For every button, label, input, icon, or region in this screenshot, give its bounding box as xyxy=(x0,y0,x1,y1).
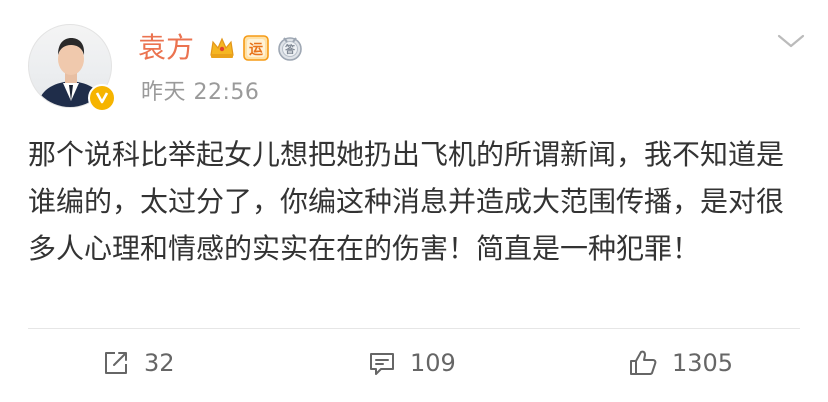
repost-button[interactable]: 32 xyxy=(102,340,175,386)
repost-icon xyxy=(102,349,130,377)
chevron-down-icon[interactable] xyxy=(774,28,808,54)
thumbs-up-icon xyxy=(628,348,658,378)
like-count: 1305 xyxy=(672,349,734,377)
repost-count: 32 xyxy=(144,349,175,377)
badge-row: 运 答 xyxy=(207,33,305,63)
action-bar: 32 109 1305 xyxy=(0,340,828,386)
comment-icon xyxy=(368,349,396,377)
post-text: 那个说科比举起女儿想把她扔出飞机的所谓新闻，我不知道是谁编的，太过分了，你编这种… xyxy=(28,138,785,265)
verified-icon xyxy=(88,84,116,112)
post-timestamp: 昨天 22:56 xyxy=(141,80,260,105)
divider xyxy=(28,328,800,329)
yun-badge-label: 运 xyxy=(249,42,263,58)
avatar[interactable] xyxy=(28,24,116,112)
medal-badge-label: 答 xyxy=(284,43,296,56)
like-button[interactable]: 1305 xyxy=(628,340,733,386)
author-name[interactable]: 袁方 xyxy=(138,28,194,68)
comment-button[interactable]: 109 xyxy=(368,340,456,386)
comment-count: 109 xyxy=(410,349,456,377)
yun-badge-icon[interactable]: 运 xyxy=(241,33,271,63)
medal-badge-icon[interactable]: 答 xyxy=(275,33,305,63)
crown-badge-icon[interactable] xyxy=(207,33,237,63)
